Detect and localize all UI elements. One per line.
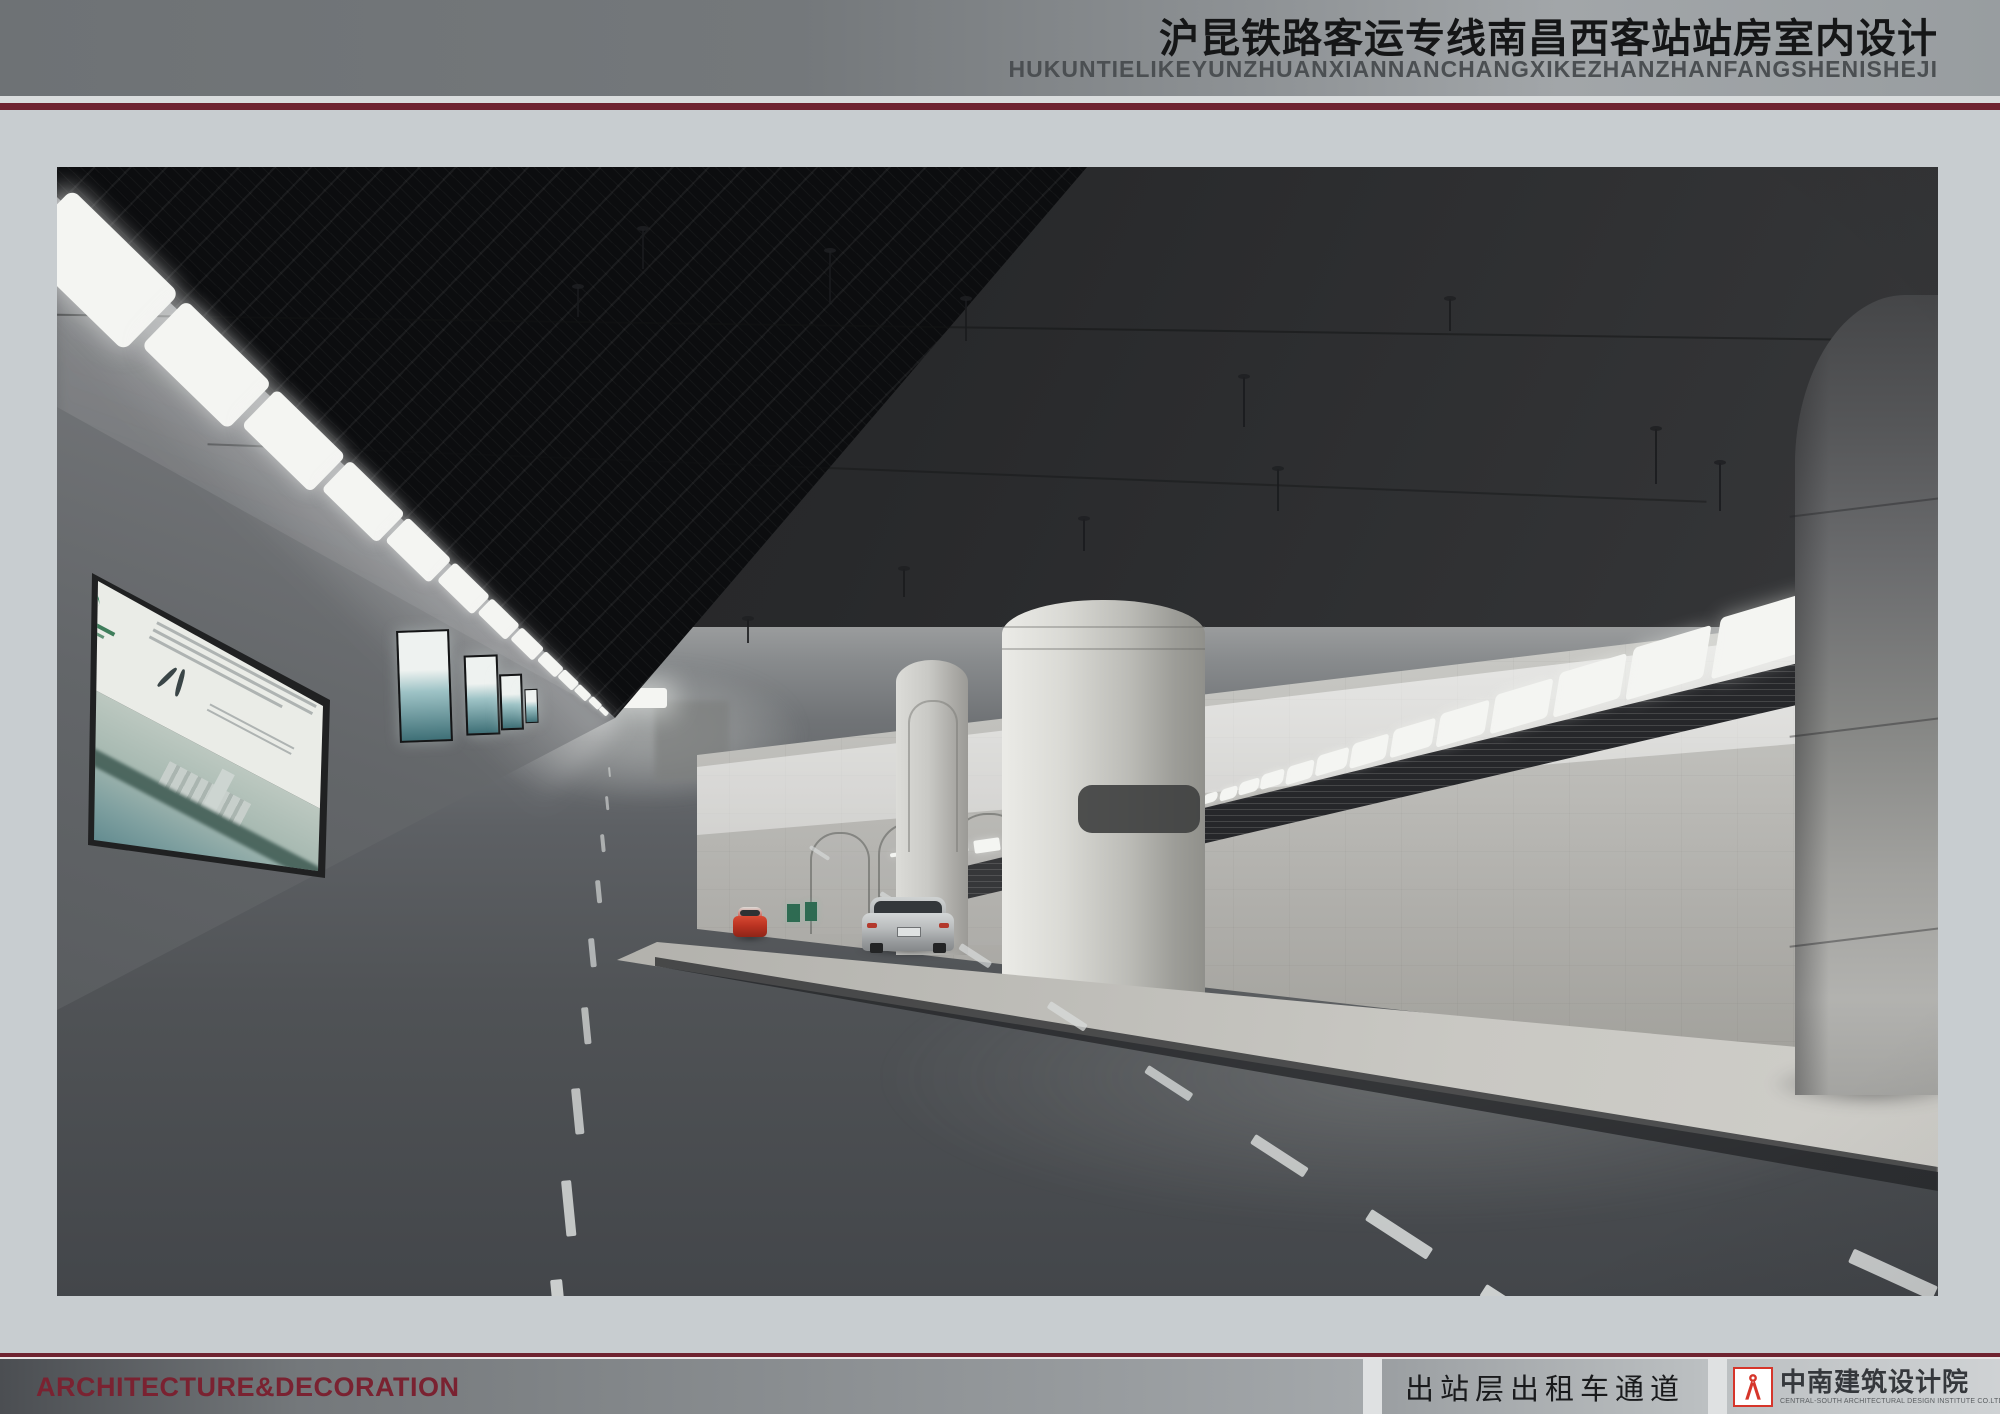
footer-left-panel: ARCHITECTURE&DECORATION bbox=[0, 1359, 1363, 1414]
divider-red-top bbox=[0, 103, 2000, 110]
vignette-overlay bbox=[57, 167, 1938, 1296]
company-name: 中南建筑设计院 bbox=[1780, 1369, 2000, 1395]
compass-A-icon bbox=[1733, 1367, 1773, 1407]
footer-band: ARCHITECTURE&DECORATION 出站层出租车通道 中南建筑设计院… bbox=[0, 1359, 2000, 1414]
header-band: 沪昆铁路客运专线南昌西客站站房室内设计 HUKUNTIELIKEYUNZHUAN… bbox=[0, 0, 2000, 96]
page-subtitle: HUKUNTIELIKEYUNZHUANXIANNANCHANGXIKEZHAN… bbox=[1009, 56, 1938, 83]
brand-text: ARCHITECTURE&DECORATION bbox=[36, 1372, 460, 1403]
rendering-viewport bbox=[57, 167, 1938, 1296]
caption-text: 出站层出租车通道 bbox=[1405, 1366, 1685, 1408]
logo-panel: 中南建筑设计院 CENTRAL-SOUTH ARCHITECTURAL DESI… bbox=[1727, 1359, 2000, 1414]
divider-light bbox=[0, 96, 2000, 103]
caption-panel: 出站层出租车通道 bbox=[1382, 1359, 1708, 1414]
company-subtitle: CENTRAL-SOUTH ARCHITECTURAL DESIGN INSTI… bbox=[1780, 1398, 2000, 1405]
